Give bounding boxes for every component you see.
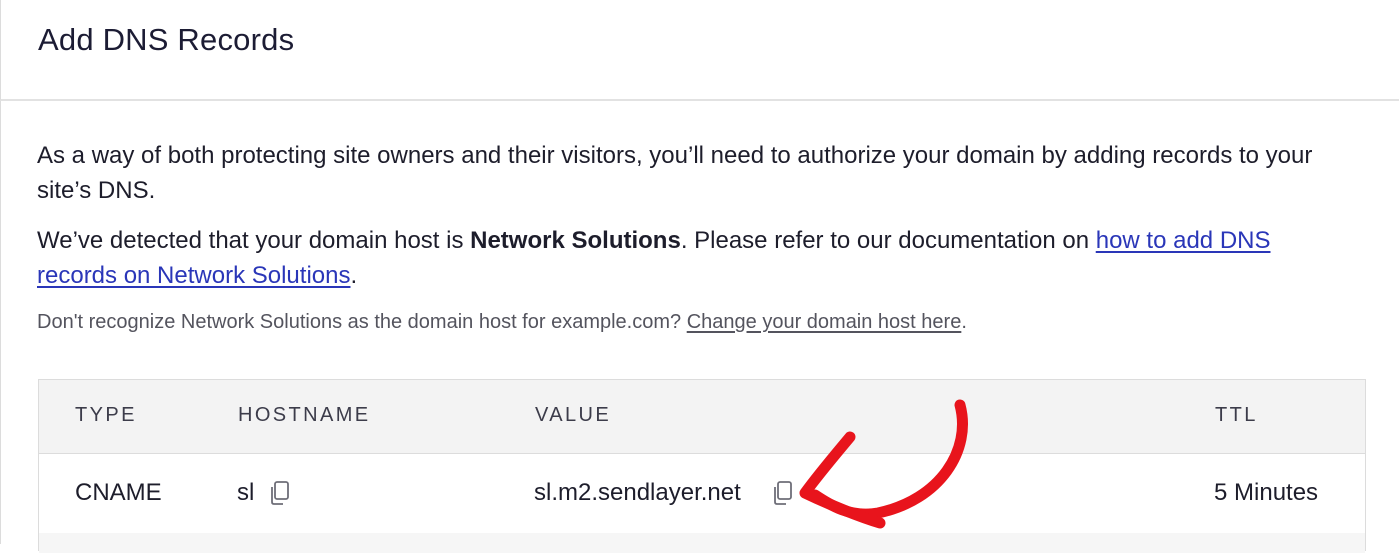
intro-text: As a way of both protecting site owners … (37, 142, 1313, 204)
red-arrow-annotation (799, 399, 968, 529)
dns-records-table: TYPE HOSTNAME VALUE TTL (38, 379, 1366, 553)
detected-host-text: We’ve detected that your domain host is … (37, 223, 1337, 293)
record-ttl: 5 Minutes (1214, 479, 1319, 506)
detected-host-name: Network Solutions (470, 227, 681, 254)
detected-middle: . Please refer to our documentation on (680, 227, 1096, 254)
host-note: Don't recognize Network Solutions as the… (37, 308, 967, 336)
page-title: Add DNS Records (38, 22, 295, 57)
table-row-next (39, 533, 1365, 553)
column-header-type: TYPE (75, 404, 137, 426)
record-hostname: sl (237, 479, 255, 506)
record-value: sl.m2.sendlayer.net (534, 479, 741, 506)
detected-suffix: . (350, 262, 358, 289)
column-header-hostname: HOSTNAME (238, 404, 371, 426)
copy-icon[interactable] (268, 480, 292, 511)
card-header: Add DNS Records (0, 0, 1399, 101)
detected-prefix: We’ve detected that your domain host is (37, 227, 471, 254)
column-header-value: VALUE (535, 404, 612, 426)
table-header: TYPE HOSTNAME VALUE TTL (39, 380, 1365, 454)
note-prefix: Don't recognize Network Solutions as the… (37, 311, 687, 333)
column-header-ttl: TTL (1215, 404, 1258, 426)
change-host-link[interactable]: Change your domain host here (687, 311, 962, 333)
record-type: CNAME (75, 479, 162, 506)
note-suffix: . (961, 311, 967, 333)
